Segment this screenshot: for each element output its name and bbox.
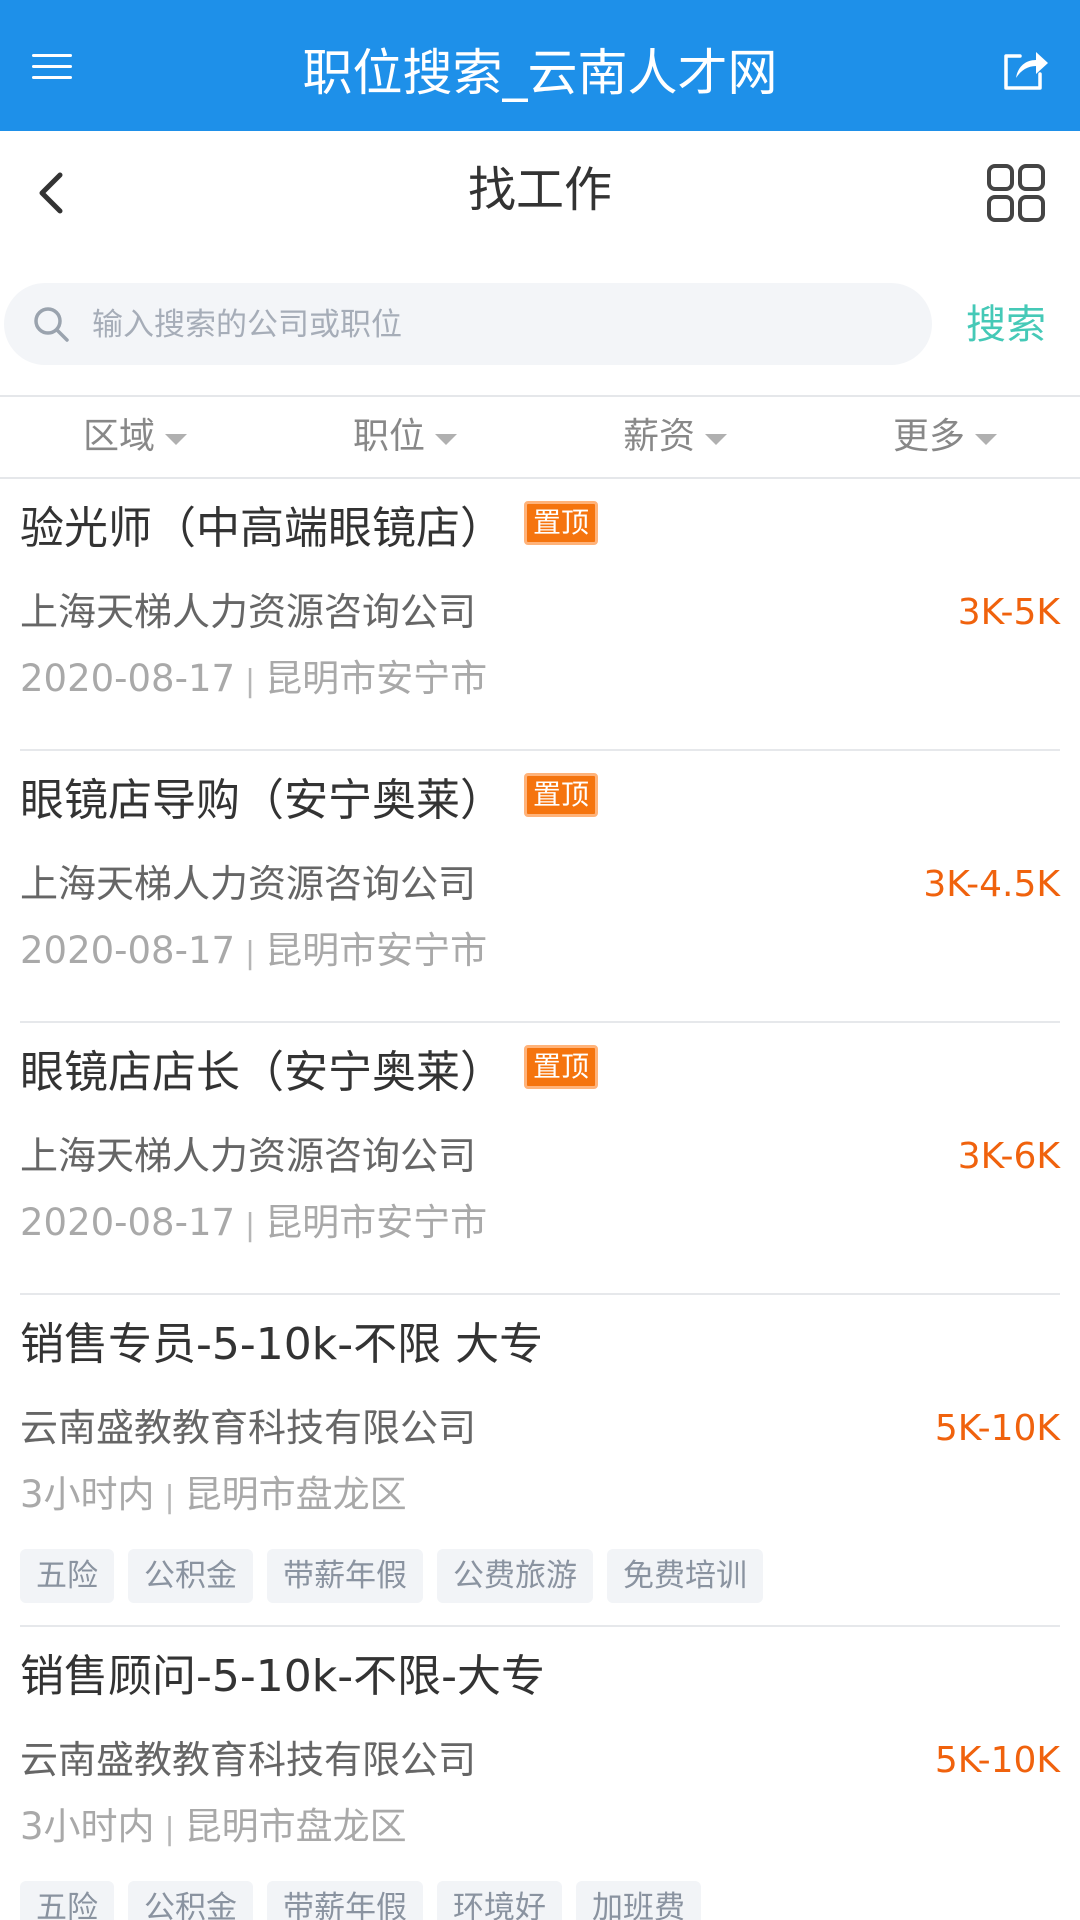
job-list: 验光师（中高端眼镜店） 置顶 上海天梯人力资源咨询公司 3K-5K 2020-0… [0, 479, 1080, 1920]
company-name: 云南盛教教育科技有限公司 [20, 1738, 477, 1782]
meta-separator: | [245, 1208, 256, 1243]
filter-label: 薪资 [622, 416, 695, 457]
pinned-badge: 置顶 [524, 1045, 598, 1089]
filter-label: 更多 [892, 416, 965, 457]
salary: 5K-10K [934, 1740, 1060, 1781]
job-location: 昆明市安宁市 [265, 1201, 488, 1244]
search-button[interactable]: 搜索 [966, 297, 1046, 353]
salary: 3K-5K [957, 592, 1060, 633]
salary: 3K-4.5K [923, 864, 1060, 905]
job-title: 眼镜店店长（安宁奥莱） [20, 1047, 504, 1098]
post-date: 3小时内 [20, 1805, 155, 1848]
pinned-badge: 置顶 [524, 773, 598, 817]
filter-salary[interactable]: 薪资 [540, 397, 810, 477]
search-box[interactable] [4, 283, 932, 367]
menu-icon[interactable] [32, 52, 74, 82]
job-card[interactable]: 眼镜店店长（安宁奥莱） 置顶 上海天梯人力资源咨询公司 3K-6K 2020-0… [20, 1023, 1060, 1295]
app-title: 职位搜索_云南人才网 [302, 44, 778, 102]
post-date: 2020-08-17 [20, 929, 236, 972]
filter-position[interactable]: 职位 [270, 397, 540, 477]
job-card[interactable]: 销售顾问-5-10k-不限-大专 云南盛教教育科技有限公司 5K-10K 3小时… [20, 1627, 1060, 1920]
company-name: 上海天梯人力资源咨询公司 [20, 862, 477, 906]
filter-label: 职位 [352, 416, 425, 457]
benefit-tag: 带薪年假 [267, 1549, 423, 1603]
search-row: 搜索 [0, 251, 1080, 395]
benefit-tag: 加班费 [576, 1881, 701, 1920]
benefit-tag: 环境好 [437, 1881, 562, 1920]
search-icon [32, 305, 70, 343]
benefit-tag: 公积金 [128, 1881, 253, 1920]
company-name: 上海天梯人力资源咨询公司 [20, 1134, 477, 1178]
filter-label: 区域 [82, 416, 155, 457]
share-icon[interactable] [1000, 44, 1050, 94]
meta-separator: | [164, 1480, 175, 1515]
caret-down-icon [705, 433, 727, 445]
job-location: 昆明市安宁市 [265, 657, 488, 700]
benefit-tag: 公费旅游 [437, 1549, 593, 1603]
job-card[interactable]: 验光师（中高端眼镜店） 置顶 上海天梯人力资源咨询公司 3K-5K 2020-0… [20, 479, 1060, 751]
company-name: 云南盛教教育科技有限公司 [20, 1406, 477, 1450]
caret-down-icon [435, 433, 457, 445]
job-title: 销售顾问-5-10k-不限-大专 [20, 1651, 545, 1702]
job-card[interactable]: 销售专员-5-10k-不限 大专 云南盛教教育科技有限公司 5K-10K 3小时… [20, 1295, 1060, 1627]
page-title: 找工作 [467, 162, 612, 218]
meta-separator: | [245, 664, 256, 699]
benefit-tag: 五险 [20, 1549, 114, 1603]
job-title: 销售专员-5-10k-不限 大专 [20, 1319, 544, 1370]
post-date: 3小时内 [20, 1473, 155, 1516]
nav-bar: 找工作 [0, 131, 1080, 251]
filter-bar: 区域 职位 薪资 更多 [0, 395, 1080, 479]
benefit-tags: 五险 公积金 带薪年假 公费旅游 免费培训 [20, 1545, 1060, 1629]
caret-down-icon [975, 433, 997, 445]
app-header: 职位搜索_云南人才网 [0, 0, 1080, 131]
meta-separator: | [245, 936, 256, 971]
job-location: 昆明市盘龙区 [184, 1473, 407, 1516]
benefit-tags: 五险 公积金 带薪年假 环境好 加班费 [20, 1877, 1060, 1920]
benefit-tag: 免费培训 [607, 1549, 763, 1603]
post-date: 2020-08-17 [20, 1201, 236, 1244]
benefit-tag: 公积金 [128, 1549, 253, 1603]
pinned-badge: 置顶 [524, 501, 598, 545]
benefit-tag: 带薪年假 [267, 1881, 423, 1920]
job-location: 昆明市安宁市 [265, 929, 488, 972]
salary: 3K-6K [957, 1136, 1060, 1177]
job-title: 眼镜店导购（安宁奥莱） [20, 775, 504, 826]
filter-region[interactable]: 区域 [0, 397, 270, 477]
job-location: 昆明市盘龙区 [184, 1805, 407, 1848]
grid-icon[interactable] [986, 163, 1046, 223]
job-title: 验光师（中高端眼镜店） [20, 503, 504, 554]
salary: 5K-10K [934, 1408, 1060, 1449]
job-card[interactable]: 眼镜店导购（安宁奥莱） 置顶 上海天梯人力资源咨询公司 3K-4.5K 2020… [20, 751, 1060, 1023]
chevron-left-icon[interactable] [28, 165, 78, 221]
company-name: 上海天梯人力资源咨询公司 [20, 590, 477, 634]
benefit-tag: 五险 [20, 1881, 114, 1920]
search-input[interactable] [90, 283, 912, 367]
meta-separator: | [164, 1812, 175, 1847]
filter-more[interactable]: 更多 [810, 397, 1080, 477]
caret-down-icon [165, 433, 187, 445]
post-date: 2020-08-17 [20, 657, 236, 700]
